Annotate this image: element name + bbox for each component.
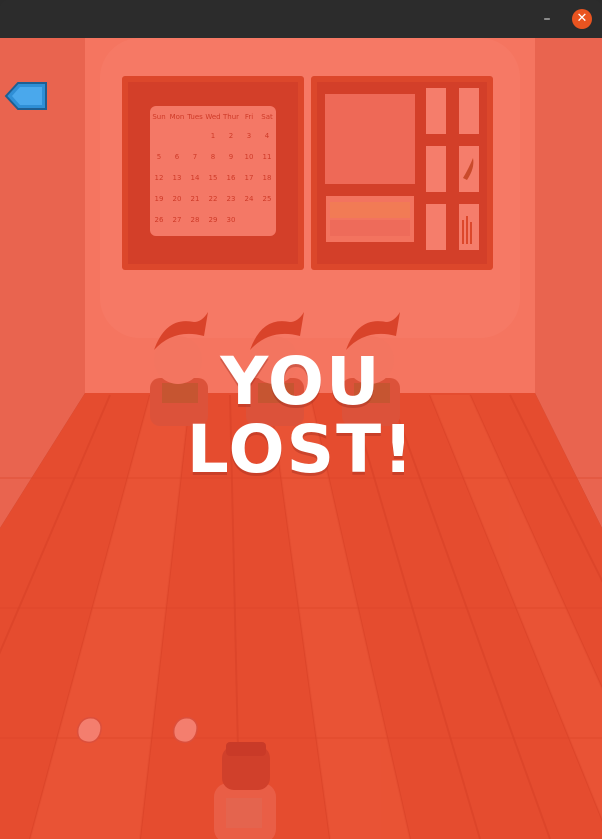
calendar-day: 18 bbox=[262, 174, 272, 182]
calendar-day: 5 bbox=[156, 153, 162, 161]
title-bar: – ✕ bbox=[0, 0, 602, 38]
calendar-day: 22 bbox=[208, 195, 218, 203]
brain-icon[interactable] bbox=[172, 716, 198, 744]
calendar-day: 20 bbox=[172, 195, 182, 203]
calendar-day: 23 bbox=[226, 195, 236, 203]
calendar-day: 4 bbox=[264, 132, 270, 140]
calendar-day: 25 bbox=[262, 195, 272, 203]
calendar-day bbox=[168, 126, 186, 147]
calendar-day: 16 bbox=[226, 174, 236, 182]
calendar-day bbox=[240, 210, 258, 231]
calendar-day: 3 bbox=[246, 132, 252, 140]
calendar-weekday: Tues bbox=[187, 113, 203, 121]
calendar-week-row: 26 27 28 29 30 bbox=[150, 210, 276, 231]
calendar-day bbox=[186, 126, 204, 147]
calendar-day: 6 bbox=[174, 153, 180, 161]
calendar-weekday: Sun bbox=[152, 113, 166, 121]
brain-icon[interactable] bbox=[76, 716, 102, 744]
calendar-day: 21 bbox=[190, 195, 200, 203]
card-2 bbox=[459, 88, 479, 134]
calendar-day bbox=[258, 210, 276, 231]
poster-blank bbox=[325, 94, 415, 184]
calendar-day: 26 bbox=[154, 216, 164, 224]
calendar-day: 15 bbox=[208, 174, 218, 182]
calendar-grid: Sun Mon Tues Wed Thur Fri Sat 1234567891… bbox=[150, 108, 276, 234]
calendar-day: 7 bbox=[192, 153, 198, 161]
calendar-week-row: 5 6 7 8 9 10 11 bbox=[150, 147, 276, 168]
calendar-weekday: Fri bbox=[244, 113, 254, 121]
game-scene: Sun Mon Tues Wed Thur Fri Sat 1234567891… bbox=[0, 38, 602, 839]
calendar-day: 10 bbox=[244, 153, 254, 161]
card-5 bbox=[426, 204, 446, 250]
you-lost-line-1: YOU bbox=[220, 343, 382, 420]
close-button[interactable]: ✕ bbox=[572, 9, 592, 29]
calendar-day: 30 bbox=[226, 216, 236, 224]
calendar-day: 12 bbox=[154, 174, 164, 182]
calendar-weekday: Mon bbox=[169, 113, 185, 121]
calendar-header-row: Sun Mon Tues Wed Thur Fri Sat bbox=[150, 108, 276, 126]
you-lost-line-2: LOST! bbox=[186, 411, 416, 488]
calendar-day: 14 bbox=[190, 174, 200, 182]
calendar-day: 8 bbox=[210, 153, 216, 161]
calendar-day: 9 bbox=[228, 153, 234, 161]
calendar-day: 13 bbox=[172, 174, 182, 182]
calendar-day bbox=[150, 126, 168, 147]
calendar-week-row: 1 2 3 4 bbox=[150, 126, 276, 147]
calendar-weekday: Wed bbox=[205, 113, 221, 121]
calendar-day: 19 bbox=[154, 195, 164, 203]
calendar-weekday: Sat bbox=[261, 113, 273, 121]
calendar-day: 29 bbox=[208, 216, 218, 224]
calendar-week-row: 12 13 14 15 16 17 18 bbox=[150, 168, 276, 189]
card-3 bbox=[426, 146, 446, 192]
calendar-day: 24 bbox=[244, 195, 254, 203]
card-1 bbox=[426, 88, 446, 134]
calendar-day: 28 bbox=[190, 216, 200, 224]
game-window: – ✕ Sun Mon Tues Wed Thur Fri Sat 1 2 3 … bbox=[0, 0, 602, 839]
calendar-day: 11 bbox=[262, 153, 272, 161]
minimize-button[interactable]: – bbox=[540, 10, 554, 28]
calendar-week-row: 19 20 21 22 23 24 25 bbox=[150, 189, 276, 210]
player-character bbox=[214, 742, 276, 839]
calendar-weekday: Thur bbox=[222, 113, 240, 121]
back-arrow-icon[interactable] bbox=[4, 80, 48, 112]
you-lost-message: YOU LOST! bbox=[0, 348, 602, 484]
calendar-day: 1 bbox=[210, 132, 216, 140]
calendar-day: 2 bbox=[228, 132, 234, 140]
calendar-day: 27 bbox=[172, 216, 182, 224]
calendar-day: 17 bbox=[244, 174, 254, 182]
